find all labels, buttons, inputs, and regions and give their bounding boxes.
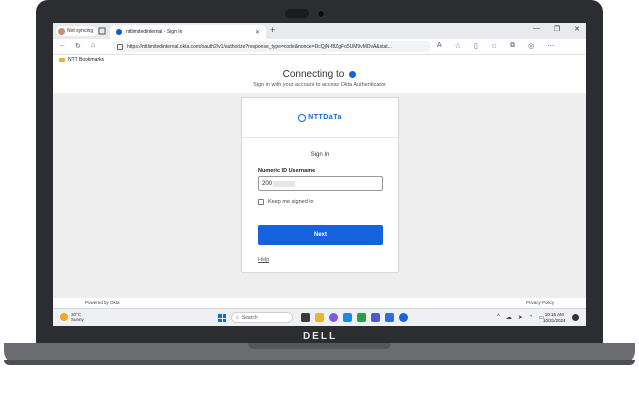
favorites-icon[interactable]: ☆	[491, 42, 497, 50]
notifications-icon[interactable]	[572, 314, 579, 321]
collections-icon[interactable]: ⧉	[510, 42, 515, 50]
close-tab-icon[interactable]: ✕	[255, 29, 260, 36]
weather-widget[interactable]: 30°C Sunny	[60, 312, 84, 322]
copilot-icon[interactable]	[329, 313, 338, 322]
dell-logo: DELL	[302, 331, 338, 342]
redacted-text	[273, 180, 296, 187]
onedrive-icon[interactable]: ☁	[506, 314, 512, 321]
powered-by-okta: Powered by Okta	[85, 300, 120, 305]
keep-signed-in[interactable]: Keep me signed in	[258, 199, 314, 205]
privacy-policy-link[interactable]: Privacy Policy	[526, 300, 554, 305]
toolbar-icons: A ☆ ▯ ☆ ⧉ ◎ ⋯	[437, 42, 554, 50]
start-button[interactable]	[218, 314, 226, 322]
tab-actions-icon[interactable]	[98, 27, 106, 35]
tab-strip: Not syncing nttlimitedinternal - Sign In…	[53, 23, 586, 39]
taskbar-search[interactable]: ⌕ Search	[231, 312, 293, 323]
search-placeholder: Search	[241, 314, 258, 321]
keep-signed-in-checkbox[interactable]	[258, 199, 264, 205]
signin-title: Sign In	[310, 152, 330, 158]
folder-icon	[59, 58, 65, 62]
page-content: Connecting to Sign in with your account …	[53, 65, 586, 308]
maximize-button[interactable]: ❐	[554, 25, 560, 33]
brand-header: NTTDaTa	[242, 98, 398, 138]
file-explorer-icon[interactable]	[315, 313, 324, 322]
page-heading: Connecting to	[53, 69, 586, 80]
minimize-button[interactable]: —	[533, 25, 540, 33]
address-bar-row: ← ↻ ⌂ https://nttlimitedinternal.okta.co…	[53, 39, 586, 55]
profile-button[interactable]: Not syncing	[56, 26, 98, 36]
favorite-icon[interactable]: ☆	[455, 42, 461, 50]
taskbar: 30°C Sunny ⌕ Search ^ ☁ ➤ ◔ ▭ 10:15 AM 1…	[53, 308, 586, 326]
window-controls: — ❐ ✕	[533, 25, 580, 33]
teams-icon[interactable]	[371, 313, 380, 322]
clock[interactable]: 10:15 AM 10/31/2024	[543, 312, 566, 324]
okta-verify-icon[interactable]	[399, 313, 408, 322]
read-aloud-icon[interactable]: A	[437, 42, 442, 50]
ntt-data-logo: NTTDaTa	[298, 113, 342, 122]
screen: Not syncing nttlimitedinternal - Sign In…	[53, 23, 586, 326]
page-header: Connecting to Sign in with your account …	[53, 65, 586, 93]
wifi-icon[interactable]: ◔	[529, 314, 533, 321]
refresh-button[interactable]: ↻	[75, 42, 81, 50]
username-field[interactable]: 200	[258, 176, 383, 191]
profile-label: Not syncing	[67, 28, 94, 34]
next-button[interactable]: Next	[258, 225, 383, 245]
page-subheading: Sign in with your account to access Okta…	[253, 82, 386, 88]
sun-icon	[60, 313, 68, 321]
camera-shutter	[285, 9, 309, 18]
split-screen-icon[interactable]: ▯	[474, 42, 478, 50]
webcam-icon	[317, 10, 325, 18]
more-icon[interactable]: ⋯	[547, 42, 554, 50]
new-tab-button[interactable]: +	[270, 25, 275, 35]
username-label: Numeric ID Username	[258, 168, 316, 174]
system-tray: ^ ☁ ➤ ◔ ▭	[497, 314, 544, 321]
excel-icon[interactable]	[357, 313, 366, 322]
keep-signed-in-label: Keep me signed in	[268, 199, 314, 205]
outlook-icon[interactable]	[343, 313, 352, 322]
search-icon: ⌕	[236, 314, 239, 321]
bookmark-folder-ntt[interactable]: NTT Bookmarks	[68, 57, 104, 63]
address-bar[interactable]: https://nttlimitedinternal.okta.com/oaut…	[113, 41, 431, 52]
tab-okta-signin[interactable]: nttlimitedinternal - Sign In ✕	[110, 25, 266, 39]
lock-icon	[117, 43, 123, 50]
avatar	[58, 27, 65, 35]
close-window-button[interactable]: ✕	[574, 25, 580, 33]
url-text: https://nttlimitedinternal.okta.com/oaut…	[127, 43, 392, 50]
okta-favicon-icon	[116, 29, 122, 35]
location-icon[interactable]: ➤	[518, 314, 523, 321]
username-value: 200	[262, 180, 273, 187]
word-icon[interactable]	[385, 313, 394, 322]
hinge	[248, 343, 391, 349]
okta-app-icon	[349, 70, 357, 78]
task-view-icon[interactable]	[301, 313, 310, 322]
page-footer: Powered by Okta Privacy Policy	[53, 298, 586, 308]
tab-title: nttlimitedinternal - Sign In	[126, 29, 183, 35]
ntt-data-mark-icon	[298, 113, 307, 122]
back-button[interactable]: ←	[59, 42, 66, 49]
profile-icon[interactable]: ◎	[528, 42, 534, 50]
chevron-up-icon[interactable]: ^	[497, 314, 500, 321]
bookmarks-bar: NTT Bookmarks	[53, 55, 586, 65]
laptop-base-edge	[4, 360, 635, 365]
clock-time: 10:15 AM	[544, 312, 564, 317]
brand-name: NTTDaTa	[308, 114, 342, 121]
weather-desc: Sunny	[71, 317, 84, 322]
home-button[interactable]: ⌂	[91, 42, 95, 49]
signin-card: NTTDaTa Sign In Numeric ID Username 200 …	[241, 97, 399, 273]
page-heading-text: Connecting to	[282, 69, 345, 80]
clock-date: 10/31/2024	[543, 318, 566, 323]
help-link[interactable]: Help	[258, 257, 269, 263]
